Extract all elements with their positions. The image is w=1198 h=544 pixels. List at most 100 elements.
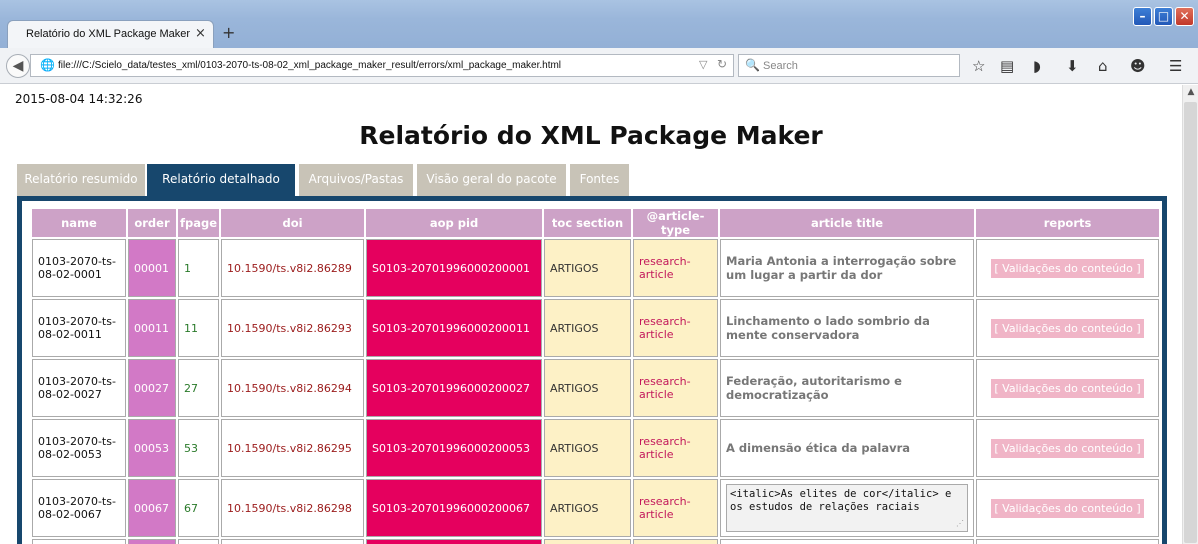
- back-icon[interactable]: ◀: [6, 54, 30, 78]
- table-row: 0103-2070-ts-08-02-0067 00067 67 10.1590/ts…: [32, 479, 1160, 537]
- content-validation-link[interactable]: [ Validações do conteúdo ]: [991, 498, 1144, 518]
- column-header-toc-section: toc section: [544, 209, 632, 237]
- history-dropdown-icon[interactable]: ▽: [699, 58, 707, 71]
- column-header-article-title: article title: [720, 209, 975, 237]
- cell-order: [128, 539, 176, 544]
- table-header-row: name order fpage doi aop pid toc section…: [32, 209, 1160, 237]
- cell-order: 00011: [128, 299, 176, 357]
- cell-order: 00067: [128, 479, 176, 537]
- cell-aop-pid: S0103-20701996000200067: [366, 479, 543, 537]
- content-validation-link[interactable]: [ Validações do conteúdo ]: [991, 318, 1144, 338]
- content-validation-link[interactable]: [ Validações do conteúdo ]: [991, 258, 1144, 278]
- detailed-report-panel: name order fpage doi aop pid toc section…: [17, 196, 1167, 544]
- content-validation-link[interactable]: [ Validações do conteúdo ]: [991, 378, 1144, 398]
- close-window-icon[interactable]: ✕: [1175, 7, 1194, 26]
- table-row: 0103-2070-ts-08-02-0001 00001 1 10.1590/ts.…: [32, 239, 1160, 297]
- chat-icon[interactable]: ☻: [1130, 57, 1146, 75]
- cell-doi: 10.1590/ts.v8i2.86289: [221, 239, 365, 297]
- tab-visao-geral[interactable]: Visão geral do pacote: [417, 164, 566, 196]
- page-title: Relatório do XML Package Maker: [359, 121, 823, 150]
- cell-aop-pid: S0103-20701996000200001: [366, 239, 543, 297]
- cell-name: 0103-2070-ts-08-02-0053: [32, 419, 126, 477]
- home-icon[interactable]: ⌂: [1098, 57, 1108, 75]
- pocket-icon[interactable]: ◗: [1033, 57, 1041, 75]
- cell-aop-pid: S0103-20701996000200011: [366, 299, 543, 357]
- cell-fpage: [178, 539, 220, 544]
- download-icon[interactable]: ⬇: [1066, 57, 1079, 75]
- cell-name: 0103-2070-ts-08-02-0001: [32, 239, 126, 297]
- cell-article-title: <italic>As elites de cor</italic> e os e…: [720, 479, 975, 537]
- cell-fpage: 53: [178, 419, 220, 477]
- new-tab-icon[interactable]: +: [222, 23, 235, 42]
- raw-title-text: <italic>As elites de cor</italic> e os e…: [730, 488, 952, 513]
- report-timestamp: 2015-08-04 14:32:26: [15, 92, 143, 106]
- reload-icon[interactable]: ↻: [717, 57, 727, 71]
- vertical-scrollbar[interactable]: ▲: [1182, 85, 1198, 544]
- cell-aop-pid: S0103-20701996000200053: [366, 419, 543, 477]
- cell-name: 0103-2070-ts-08-02-0027: [32, 359, 126, 417]
- maximize-icon[interactable]: □: [1154, 7, 1173, 26]
- search-placeholder: Search: [763, 60, 798, 72]
- cell-name: 0103-2070-ts-08-02-0011: [32, 299, 126, 357]
- cell-fpage: 11: [178, 299, 220, 357]
- browser-tab[interactable]: Relatório do XML Package Maker ×: [7, 20, 214, 48]
- column-header-article-type: @article-type: [633, 209, 719, 237]
- cell-name: [32, 539, 126, 544]
- minimize-icon[interactable]: –: [1133, 7, 1152, 26]
- tab-relatorio-resumido[interactable]: Relatório resumido: [17, 164, 145, 196]
- cell-toc-section: ARTIGOS: [544, 299, 632, 357]
- search-icon: 🔍: [745, 58, 760, 72]
- bookmark-star-icon[interactable]: ☆: [972, 57, 985, 75]
- tab-relatorio-detalhado[interactable]: Relatório detalhado: [147, 164, 295, 196]
- navigation-toolbar: 🌐 file:///C:/Scielo_data/testes_xml/0103…: [0, 48, 1198, 84]
- cell-doi: 10.1590/ts.v8i2.86293: [221, 299, 365, 357]
- globe-icon: 🌐: [40, 58, 55, 72]
- cell-article-type: research-article: [633, 419, 719, 477]
- table-row: 0103-2070-ts-08-02-0011 00011 11 10.1590/ts…: [32, 299, 1160, 357]
- cell-article-title: [720, 539, 975, 544]
- cell-article-title: Linchamento o lado sombrio da mente cons…: [720, 299, 975, 357]
- scrollbar-thumb[interactable]: [1184, 102, 1197, 543]
- column-header-reports: reports: [976, 209, 1160, 237]
- cell-article-title: Federação, autoritarismo e democratizaçã…: [720, 359, 975, 417]
- url-bar[interactable]: 🌐 file:///C:/Scielo_data/testes_xml/0103…: [30, 54, 734, 77]
- tab-arquivos-pastas[interactable]: Arquivos/Pastas: [299, 164, 413, 196]
- cell-article-title: Maria Antonia a interrogação sobre um lu…: [720, 239, 975, 297]
- cell-reports: [ Validações do conteúdo ]: [976, 479, 1160, 537]
- cell-order: 00027: [128, 359, 176, 417]
- cell-toc-section: ARTIGOS: [544, 479, 632, 537]
- content-validation-link[interactable]: [ Validações do conteúdo ]: [991, 438, 1144, 458]
- reading-list-icon[interactable]: ▤: [1000, 57, 1014, 75]
- cell-aop-pid: [366, 539, 543, 544]
- column-header-order: order: [128, 209, 176, 237]
- cell-doi: [221, 539, 365, 544]
- table-row: 0103-2070-ts-08-02-0053 00053 53 10.1590/ts…: [32, 419, 1160, 477]
- raw-title-textarea[interactable]: <italic>As elites de cor</italic> e os e…: [726, 484, 969, 532]
- tab-title: Relatório do XML Package Maker: [26, 28, 191, 40]
- cell-doi: 10.1590/ts.v8i2.86295: [221, 419, 365, 477]
- cell-reports: [ Validações do conteúdo ]: [976, 239, 1160, 297]
- cell-fpage: 27: [178, 359, 220, 417]
- resize-handle-icon[interactable]: ⋰: [956, 517, 964, 530]
- page-content: 2015-08-04 14:32:26 Relatório do XML Pac…: [0, 85, 1182, 544]
- cell-article-type: research-article: [633, 239, 719, 297]
- cell-article-type: research-article: [633, 299, 719, 357]
- table-row: 0103-2070-ts-08-02-0027 00027 27 10.1590/ts…: [32, 359, 1160, 417]
- menu-icon[interactable]: ☰: [1169, 57, 1182, 75]
- cell-doi: 10.1590/ts.v8i2.86298: [221, 479, 365, 537]
- tab-fontes[interactable]: Fontes: [570, 164, 629, 196]
- cell-order: 00001: [128, 239, 176, 297]
- cell-article-type: research-article: [633, 479, 719, 537]
- window-titlebar: Relatório do XML Package Maker × + – □ ✕: [0, 0, 1198, 48]
- cell-article-type: [633, 539, 719, 544]
- search-input[interactable]: 🔍 Search: [738, 54, 960, 77]
- cell-reports: [ Validações do conteúdo ]: [976, 299, 1160, 357]
- table-row: [32, 539, 1160, 544]
- cell-toc-section: ARTIGOS: [544, 359, 632, 417]
- scroll-up-icon[interactable]: ▲: [1185, 87, 1197, 99]
- close-tab-icon[interactable]: ×: [195, 26, 206, 41]
- url-text: file:///C:/Scielo_data/testes_xml/0103-2…: [58, 60, 562, 71]
- articles-table: name order fpage doi aop pid toc section…: [30, 207, 1161, 544]
- cell-toc-section: [544, 539, 632, 544]
- cell-aop-pid: S0103-20701996000200027: [366, 359, 543, 417]
